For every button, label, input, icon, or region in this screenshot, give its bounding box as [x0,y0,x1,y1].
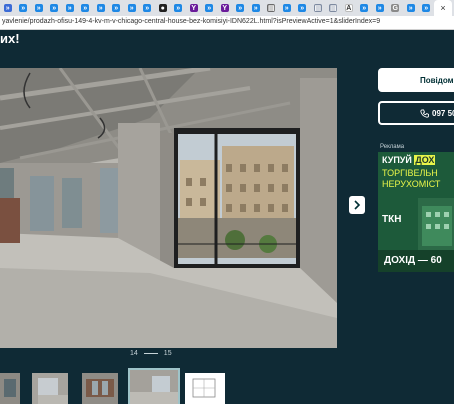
tab-icon: » [375,4,384,12]
browser-tab[interactable]: » [419,0,435,16]
tab-icon: ● [158,4,167,12]
tab-icon: ▤ [329,4,338,12]
browser-tab[interactable]: G [388,0,404,16]
browser-tab[interactable]: » [357,0,373,16]
browser-tab[interactable]: » [372,0,388,16]
browser-tab[interactable]: » [93,0,109,16]
browser-tab[interactable]: » [140,0,156,16]
browser-tab[interactable]: ▤ [326,0,342,16]
interior-photo-image [0,68,337,348]
listing-page: их! 14 15 Повідом 097 5 Реклама КУПУЙ ДО… [0,30,454,404]
tab-icon: Y [220,4,229,12]
tab-icon: » [19,4,28,12]
browser-tab[interactable]: Y [186,0,202,16]
ad-label: Реклама [380,144,405,150]
ad-headline: КУПУЙ ДОХ [382,155,436,166]
tab-icon: » [422,4,431,12]
browser-tab-active[interactable]: × [434,0,452,16]
ad-logo: ТКН [382,214,402,225]
ad-line-3: НЕРУХОМІСТ [382,179,441,189]
tab-icon: » [174,4,183,12]
browser-tab[interactable]: » [279,0,295,16]
phone-icon [420,108,429,118]
tab-icon: G [391,4,400,12]
browser-tab-strip: »»»»»»»»»»●»Y»Y»»▤»»▤▤A»»G»»×»»»»▲»T»G» [0,0,454,16]
slider-counter: 14 15 [130,350,172,357]
browser-tab[interactable]: » [62,0,78,16]
tab-icon: » [65,4,74,12]
message-button-label: Повідом [420,75,454,85]
browser-tab[interactable]: » [78,0,94,16]
ad-banner[interactable]: КУПУЙ ДОХ ТОРГІВЕЛЬН НЕРУХОМІСТ ТКН ДОХІ… [378,152,454,272]
chevron-right-icon [354,200,361,210]
page-title: их! [0,31,20,46]
tab-icon: Y [189,4,198,12]
tab-icon: » [205,4,214,12]
thumbnail-active[interactable] [128,368,180,404]
ad-headline-highlight: ДОХ [414,155,436,165]
tab-icon: » [360,4,369,12]
slider-divider [143,353,158,354]
browser-tab[interactable]: » [0,0,16,16]
tab-icon: » [127,4,136,12]
address-bar[interactable]: yavlenie/prodazh-ofisu-149-4-kv-m-v-chic… [0,16,454,30]
phone-number: 097 50 [432,108,454,118]
browser-tab[interactable]: » [171,0,187,16]
browser-tab[interactable]: » [248,0,264,16]
thumbnail-floorplan[interactable] [185,373,225,404]
browser-tab[interactable]: » [233,0,249,16]
tab-icon: » [282,4,291,12]
browser-tab[interactable]: » [202,0,218,16]
close-tab-icon[interactable]: × [440,3,445,13]
thumbnail[interactable] [32,373,68,404]
browser-tab[interactable]: » [47,0,63,16]
thumbnail[interactable] [82,373,118,404]
tab-icon: » [34,4,43,12]
tab-icon: » [3,4,12,12]
ad-footer: ДОХІД — 60 [378,250,454,272]
browser-tab[interactable]: » [403,0,419,16]
tab-icon: » [143,4,152,12]
tab-icon: » [112,4,121,12]
tab-icon: A [344,4,353,12]
tab-icon: » [96,4,105,12]
ad-building-image [418,198,454,250]
next-photo-button[interactable] [349,196,365,214]
tab-icon: ▤ [313,4,322,12]
browser-tab[interactable]: ▤ [310,0,326,16]
listing-photo[interactable] [0,68,337,348]
show-phone-button[interactable]: 097 50 [378,101,454,125]
thumbnail[interactable] [0,373,20,404]
tab-icon: » [251,4,260,12]
tab-icon: » [81,4,90,12]
tab-icon: » [236,4,245,12]
ad-headline-prefix: КУПУЙ [382,155,415,165]
browser-tab[interactable]: » [16,0,32,16]
tab-icon: » [406,4,415,12]
browser-tab[interactable]: A [341,0,357,16]
browser-tab[interactable]: » [31,0,47,16]
browser-tab[interactable]: » [109,0,125,16]
thumbnail-strip [0,368,240,404]
browser-tab[interactable]: ▤ [264,0,280,16]
slider-total: 15 [163,350,172,357]
browser-tab[interactable]: ● [155,0,171,16]
tab-icon: » [50,4,59,12]
browser-tab[interactable]: » [124,0,140,16]
tab-icon: ▤ [267,4,276,12]
ad-footer-text: ДОХІД — 60 [384,255,442,266]
browser-tab[interactable]: Y [217,0,233,16]
browser-tab[interactable]: » [295,0,311,16]
url-text[interactable]: yavlenie/prodazh-ofisu-149-4-kv-m-v-chic… [2,18,380,25]
tab-icon: » [298,4,307,12]
ad-line-2: ТОРГІВЕЛЬН [382,168,438,178]
message-button[interactable]: Повідом [378,68,454,92]
slider-current: 14 [130,350,138,357]
